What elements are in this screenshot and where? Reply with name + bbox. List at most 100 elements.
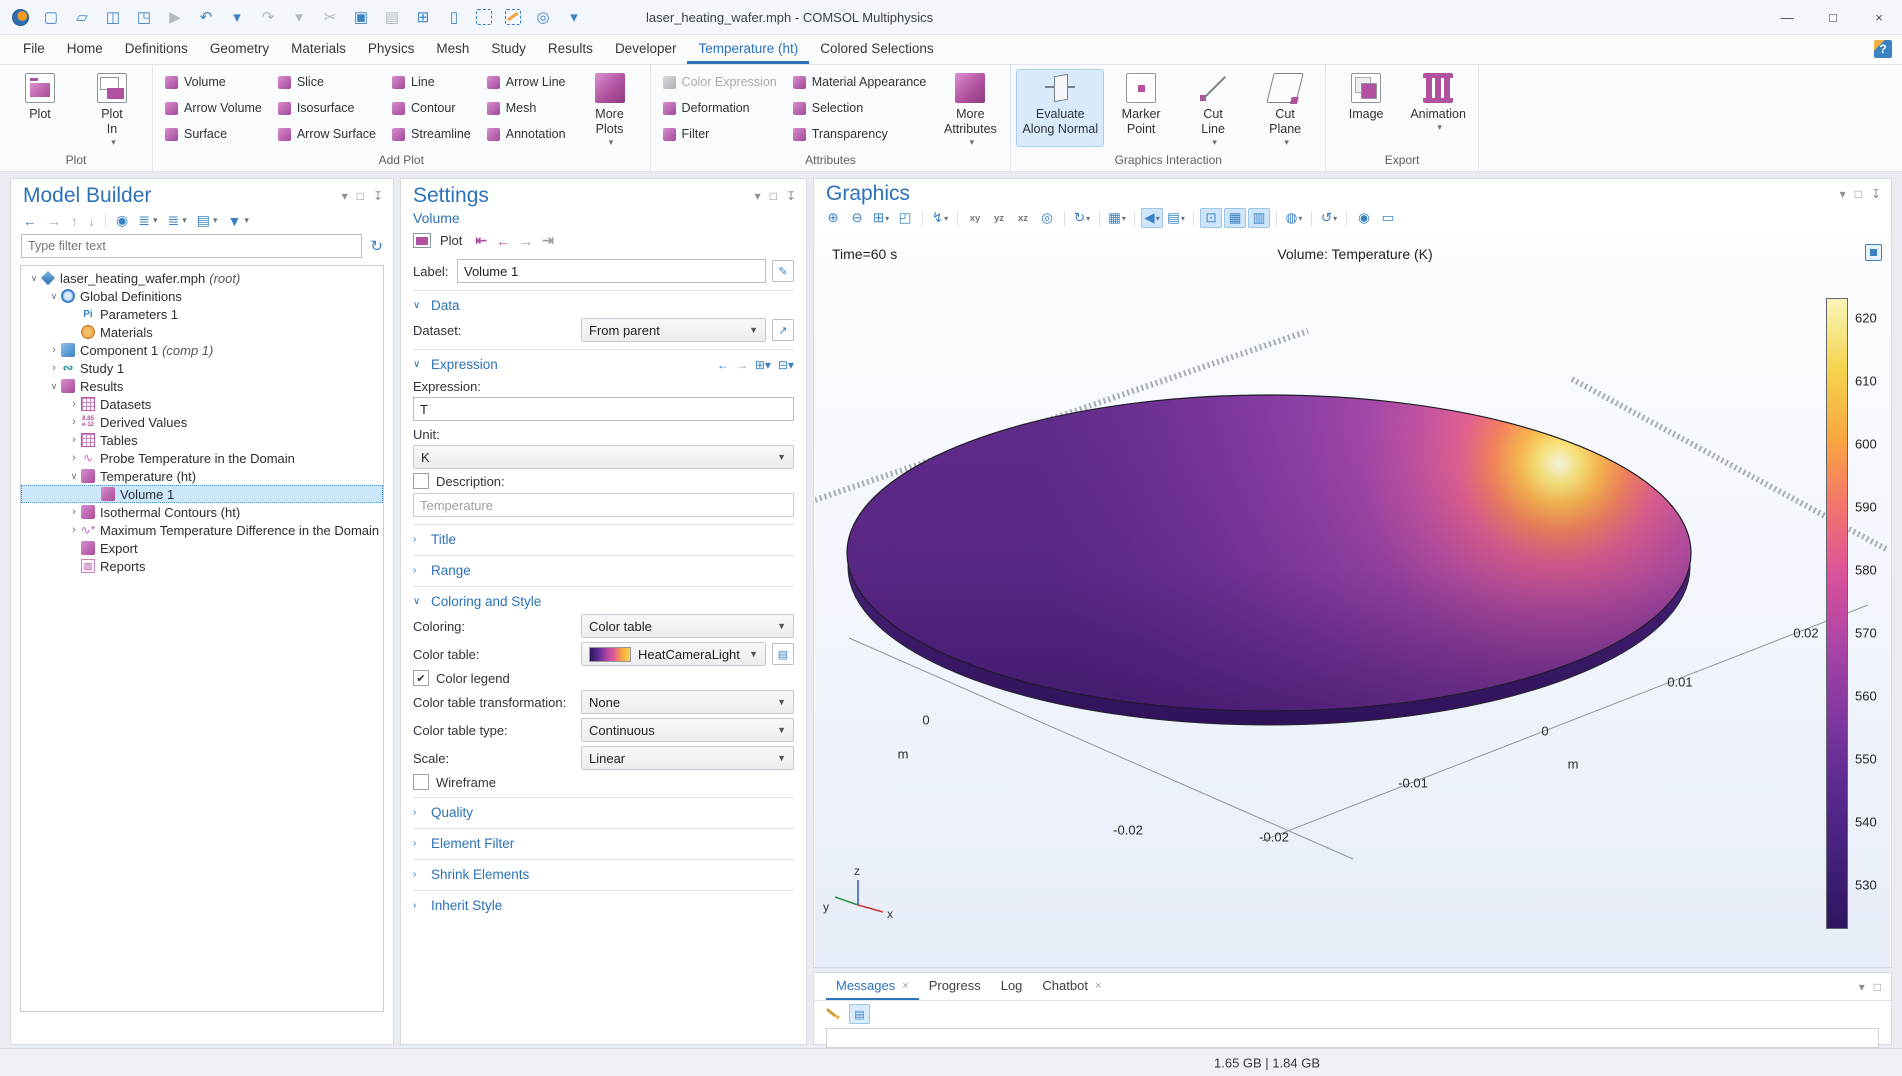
ribbon-tab-file[interactable]: File [12, 35, 56, 64]
close-tab-icon[interactable]: × [1095, 980, 1101, 992]
scale-select[interactable]: Linear▼ [581, 746, 794, 770]
tree-node-laser-heating-wafer-mph[interactable]: ∨laser_heating_wafer.mph(root) [21, 269, 383, 287]
tree-node-isothermal-contours-ht-[interactable]: ›Isothermal Contours (ht) [21, 503, 383, 521]
float-panel-icon[interactable]: □ [357, 189, 364, 203]
section-expression[interactable]: ∨Expression←→⊞▾⊟▾ [413, 349, 794, 373]
node-text-icon[interactable]: ▤▾ [197, 212, 218, 229]
show-table-icon[interactable]: ▦ [1224, 208, 1246, 228]
back-icon[interactable]: ← [23, 213, 37, 229]
edit-color-table-icon[interactable]: ▤ [772, 643, 794, 665]
settings-plot-button[interactable]: Plot [440, 233, 462, 248]
plot-context-icon[interactable] [1865, 244, 1882, 261]
ribbon-tab-results[interactable]: Results [537, 35, 604, 64]
redo-icon[interactable]: ↷ [259, 8, 277, 26]
view-xz-icon[interactable]: xz [1012, 208, 1034, 228]
default-view-icon[interactable]: ◎ [1036, 208, 1058, 228]
float-panel-icon[interactable]: □ [770, 189, 777, 203]
panel-menu-icon[interactable]: ▾ [1859, 980, 1865, 994]
expression-input[interactable] [413, 397, 794, 421]
minimize-button[interactable]: — [1764, 0, 1810, 34]
paste-icon[interactable]: ▤ [383, 8, 401, 26]
cut-icon[interactable]: ✂ [321, 8, 339, 26]
more-plots-button[interactable]: More Plots▾ [575, 69, 645, 147]
section-inherit-style[interactable]: ›Inherit Style [413, 890, 794, 914]
contour-button[interactable]: Contour [385, 96, 478, 120]
unit-select[interactable]: K▼ [413, 445, 794, 469]
message-options-icon[interactable]: ▤ [849, 1004, 870, 1024]
update-icon[interactable]: ↺▾ [1318, 208, 1340, 228]
open-file-icon[interactable]: ▱ [73, 8, 91, 26]
move-down-icon[interactable]: ↓ [88, 213, 95, 229]
save-as-icon[interactable]: ◳ [135, 8, 153, 26]
new-file-icon[interactable]: ▢ [42, 8, 60, 26]
undo-icon[interactable]: ↶ [197, 8, 215, 26]
clear-messages-icon[interactable] [826, 1006, 842, 1022]
tree-node-tables[interactable]: ›Tables [21, 431, 383, 449]
tree-node-volume-1[interactable]: Volume 1 [21, 485, 383, 503]
slice-button[interactable]: Slice [271, 70, 383, 94]
filter-funnel-icon[interactable]: ▼▾ [228, 213, 249, 229]
select-box-icon[interactable]: ⊡ [1200, 208, 1222, 228]
expand-all-icon[interactable]: ≣▾ [138, 212, 157, 229]
color-legend-checkbox[interactable]: ✔ [413, 670, 429, 686]
print-icon[interactable]: ▭ [1377, 208, 1399, 228]
scene-configuration-icon[interactable]: ▦▾ [1106, 208, 1128, 228]
animation-button[interactable]: Animation▾ [1403, 69, 1473, 147]
volume-button[interactable]: Volume [158, 70, 269, 94]
ribbon-tab-home[interactable]: Home [56, 35, 114, 64]
streamline-button[interactable]: Streamline [385, 122, 478, 146]
zoom-in-icon[interactable]: ⊕ [822, 208, 844, 228]
section-coloring-and-style[interactable]: ∨Coloring and Style [413, 586, 794, 610]
view-yz-icon[interactable]: yz [988, 208, 1010, 228]
description-checkbox[interactable] [413, 473, 429, 489]
filter-input[interactable] [21, 234, 362, 258]
ribbon-tab-materials[interactable]: Materials [280, 35, 357, 64]
previous-expression-icon[interactable]: ← [717, 358, 729, 372]
transparency-button[interactable]: Transparency [786, 122, 934, 146]
tree-node-derived-values[interactable]: ›8.85 e-12Derived Values [21, 413, 383, 431]
sound-icon[interactable]: ◀▾ [1141, 208, 1163, 228]
deformation-button[interactable]: Deformation [656, 96, 784, 120]
previous-plot-icon[interactable]: ← [496, 233, 510, 249]
ribbon-tab-colored-selections[interactable]: Colored Selections [809, 35, 944, 64]
float-panel-icon[interactable]: □ [1855, 187, 1862, 201]
tab-log[interactable]: Log [991, 973, 1033, 1000]
description-input[interactable] [413, 493, 794, 517]
image-button[interactable]: Image [1331, 69, 1401, 147]
mesh-button[interactable]: Mesh [480, 96, 573, 120]
section-data[interactable]: ∨Data [413, 290, 794, 314]
delete-icon[interactable]: ▯ [445, 8, 463, 26]
tree-expander-icon[interactable]: › [47, 362, 61, 374]
insert-expression-icon[interactable]: ⊞▾ [755, 358, 771, 372]
tree-expander-icon[interactable]: › [67, 416, 81, 428]
section-quality[interactable]: ›Quality [413, 797, 794, 821]
first-plot-icon[interactable]: ⇤ [475, 232, 487, 249]
plot-area[interactable]: z y x Time=60 s Volume: Temperature (K) … [815, 238, 1890, 967]
tree-node-maximum-temperature-difference-in-the-domain[interactable]: ›∿*Maximum Temperature Difference in the… [21, 521, 383, 539]
tab-chatbot[interactable]: Chatbot× [1032, 973, 1111, 1000]
pin-panel-icon[interactable]: ↧ [1871, 187, 1881, 201]
annotation-button[interactable]: Annotation [480, 122, 573, 146]
appearance-icon[interactable]: ◍▾ [1283, 208, 1305, 228]
surface-button[interactable]: Surface [158, 122, 269, 146]
duplicate-icon[interactable]: ⊞ [414, 8, 432, 26]
tree-node-probe-temperature-in-the-domain[interactable]: ›∿Probe Temperature in the Domain [21, 449, 383, 467]
wireframe-checkbox[interactable] [413, 774, 429, 790]
next-expression-icon[interactable]: → [736, 358, 748, 372]
undo-dropdown-icon[interactable]: ▾ [228, 8, 246, 26]
show-axes-icon[interactable]: ▥ [1248, 208, 1270, 228]
section-shrink-elements[interactable]: ›Shrink Elements [413, 859, 794, 883]
more-attributes-button[interactable]: More Attributes▾ [935, 69, 1005, 147]
run-icon[interactable]: ▶ [166, 8, 184, 26]
toolbar-overflow-icon[interactable]: ▾ [565, 8, 583, 26]
view-xy-icon[interactable]: xy [964, 208, 986, 228]
tree-expander-icon[interactable]: › [47, 344, 61, 356]
float-panel-icon[interactable]: □ [1874, 980, 1881, 994]
tree-node-component-1[interactable]: ›Component 1(comp 1) [21, 341, 383, 359]
help-icon[interactable]: ? [1874, 40, 1892, 58]
axis-orientation-icon[interactable]: ↯▾ [929, 208, 951, 228]
ribbon-tab-definitions[interactable]: Definitions [114, 35, 199, 64]
move-up-icon[interactable]: ↑ [71, 213, 78, 229]
rename-icon[interactable]: ✎ [772, 260, 794, 282]
tree-node-export[interactable]: Export [21, 539, 383, 557]
